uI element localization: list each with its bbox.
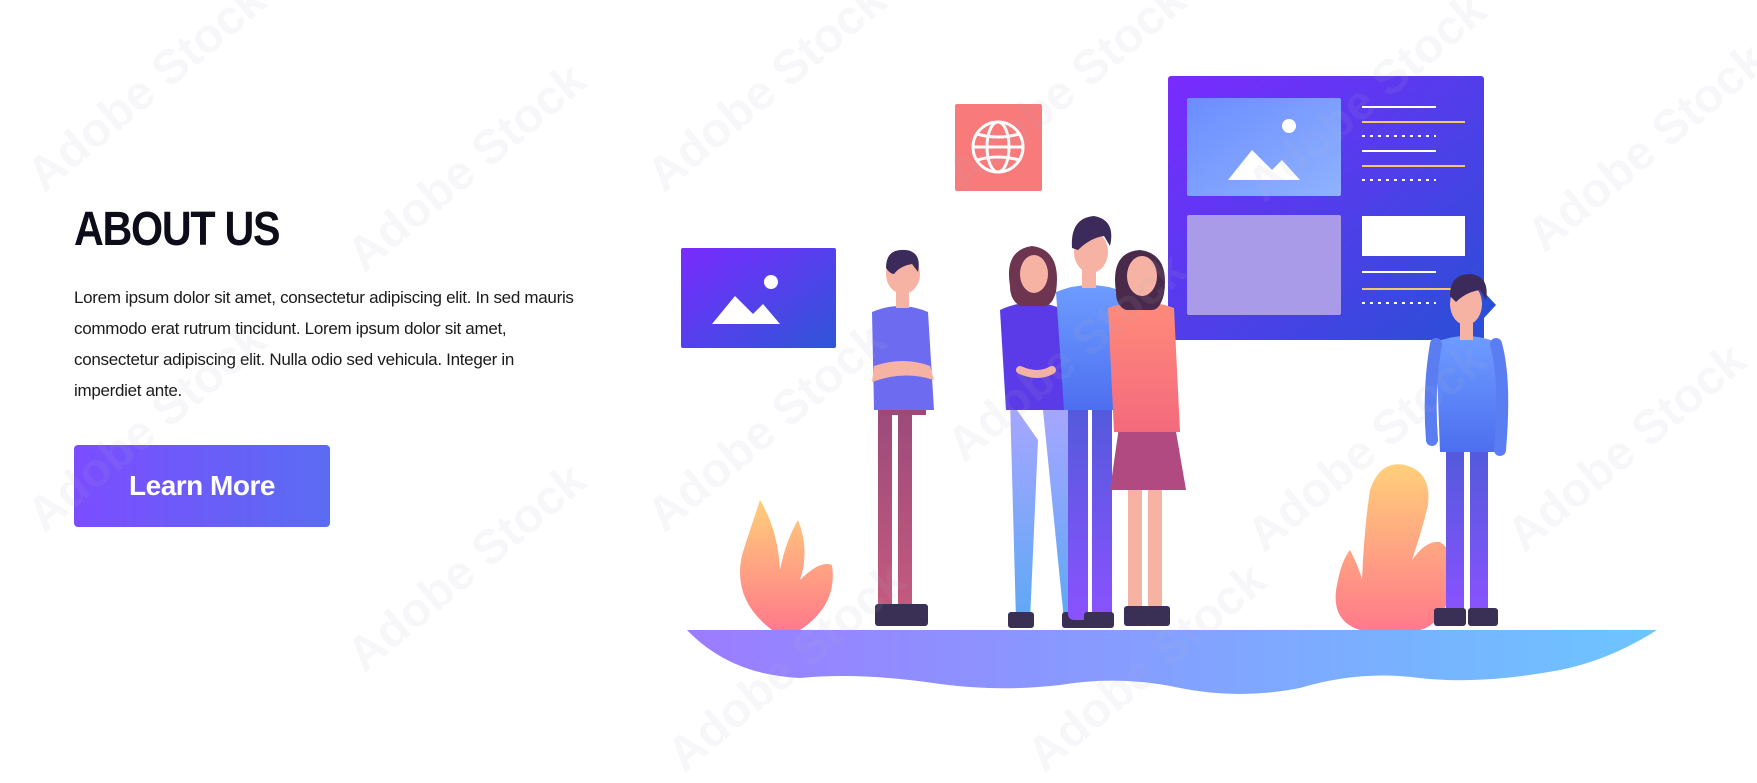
image-icon (681, 248, 836, 348)
person-1 (872, 249, 934, 626)
hero-text-block: ABOUT US Lorem ipsum dolor sit amet, con… (74, 200, 594, 406)
plant-left (740, 500, 833, 630)
watermark: Adobe Stock (337, 452, 597, 683)
hero-description: Lorem ipsum dolor sit amet, consectetur … (74, 288, 574, 400)
learn-more-button[interactable]: Learn More (74, 445, 330, 527)
plant-right (1335, 464, 1454, 630)
ground (687, 630, 1657, 694)
watermark: Adobe Stock (17, 0, 277, 203)
content-panel (1168, 76, 1496, 340)
team-illustration (681, 76, 1657, 694)
page-title: ABOUT US (74, 203, 281, 256)
globe-icon (955, 104, 1042, 191)
about-us-hero: ABOUT US Lorem ipsum dolor sit amet, con… (0, 0, 1757, 783)
